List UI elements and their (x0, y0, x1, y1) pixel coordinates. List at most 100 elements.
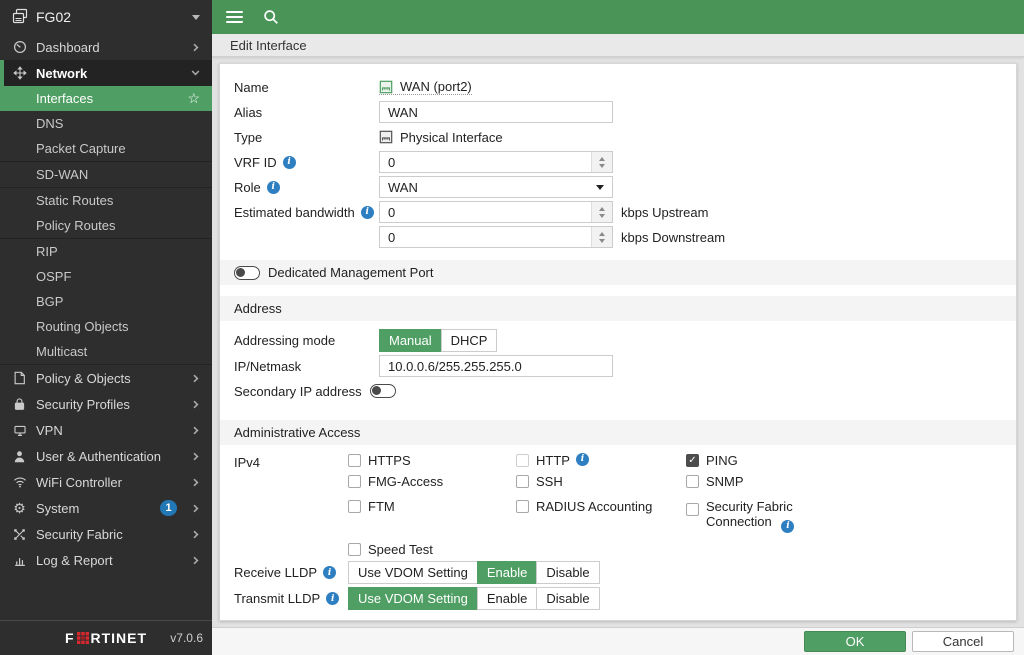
star-icon[interactable]: ☆ (187, 90, 200, 107)
vpn-icon (12, 424, 27, 437)
info-icon[interactable]: i (323, 566, 336, 579)
disable-button[interactable]: Disable (536, 587, 599, 610)
secondary-ip-label: Secondary IP address (234, 384, 362, 399)
content-area: Name WAN (port2) Alias (212, 57, 1024, 627)
section-title: Administrative Access (234, 425, 360, 440)
sidebar-item-rip[interactable]: RIP (0, 239, 212, 264)
sidebar-item-wifi-controller[interactable]: WiFi Controller (0, 469, 212, 495)
ipv4-label: IPv4 (234, 453, 348, 470)
app-window: FG02 Dashboard (0, 0, 1024, 655)
sidebar-item-system[interactable]: ⚙ System 1 (0, 495, 212, 521)
sidebar-item-label: Network (36, 66, 87, 81)
checkbox-ssh[interactable]: SSH (516, 474, 686, 489)
checkbox-ping[interactable]: ✓ PING (686, 453, 836, 468)
vrf-input[interactable] (380, 152, 591, 172)
checkbox-icon[interactable] (516, 500, 529, 513)
checkbox-icon[interactable] (348, 475, 361, 488)
spinner-buttons[interactable] (591, 202, 612, 222)
sidebar-item-interfaces[interactable]: Interfaces ☆ (0, 86, 212, 111)
interface-name-link[interactable]: WAN (port2) (379, 79, 472, 95)
info-icon[interactable]: i (283, 156, 296, 169)
disable-button[interactable]: Disable (536, 561, 599, 584)
checkbox-snmp[interactable]: SNMP (686, 474, 836, 489)
checkbox-security-fabric-connection[interactable]: Security Fabric Connection i (686, 495, 836, 533)
checkbox-ftm[interactable]: FTM (348, 495, 516, 533)
spinner-buttons[interactable] (591, 152, 612, 172)
sidebar-item-policy-routes[interactable]: Policy Routes (0, 213, 212, 238)
bandwidth-downstream-row: kbps Downstream (234, 226, 1002, 248)
upstream-spinbox (379, 201, 613, 223)
ok-button[interactable]: OK (804, 631, 906, 652)
info-icon[interactable]: i (267, 181, 280, 194)
use-vdom-setting-button[interactable]: Use VDOM Setting (348, 561, 478, 584)
manual-button[interactable]: Manual (379, 329, 442, 352)
sidebar-item-dashboard[interactable]: Dashboard (0, 34, 212, 60)
ip-netmask-input[interactable] (379, 355, 613, 377)
device-selector[interactable]: FG02 (0, 0, 212, 34)
fortinet-grid-icon (77, 632, 89, 644)
secondary-ip-toggle[interactable] (370, 384, 396, 398)
sidebar-item-network[interactable]: Network (0, 60, 212, 86)
checkbox-icon[interactable] (348, 543, 361, 556)
checkbox-icon[interactable] (348, 500, 361, 513)
sidebar-item-packet-capture[interactable]: Packet Capture (0, 136, 212, 161)
checkbox-http[interactable]: HTTP i (516, 453, 686, 468)
sidebar-item-vpn[interactable]: VPN (0, 417, 212, 443)
search-icon[interactable] (263, 9, 279, 25)
sidebar-item-routing-objects[interactable]: Routing Objects (0, 314, 212, 339)
role-row: Role i WAN (234, 176, 1002, 198)
sidebar-item-bgp[interactable]: BGP (0, 289, 212, 314)
enable-button[interactable]: Enable (477, 587, 537, 610)
sidebar-item-static-routes[interactable]: Static Routes (0, 188, 212, 213)
sidebar-item-label: Static Routes (36, 193, 113, 208)
sidebar-item-label: Dashboard (36, 40, 100, 55)
info-icon[interactable]: i (361, 206, 374, 219)
checkbox-checked-icon[interactable]: ✓ (686, 454, 699, 467)
spinner-buttons[interactable] (591, 227, 612, 247)
dedicated-mgmt-toggle[interactable] (234, 266, 260, 280)
menu-icon[interactable] (226, 11, 243, 23)
chevron-right-icon (192, 504, 200, 513)
sidebar-item-label: Routing Objects (36, 319, 129, 334)
sidebar-item-user-authentication[interactable]: User & Authentication (0, 443, 212, 469)
checkbox-https[interactable]: HTTPS (348, 453, 516, 468)
checkbox-icon[interactable] (348, 454, 361, 467)
checkbox-radius-accounting[interactable]: RADIUS Accounting (516, 495, 686, 533)
upstream-input[interactable] (380, 202, 591, 222)
dhcp-button[interactable]: DHCP (441, 329, 498, 352)
top-bar (212, 0, 1024, 34)
checkbox-speed-test[interactable]: Speed Test (348, 539, 516, 557)
downstream-input[interactable] (380, 227, 591, 247)
sidebar-item-ospf[interactable]: OSPF (0, 264, 212, 289)
firmware-version: v7.0.6 (170, 631, 203, 645)
chevron-right-icon (192, 478, 200, 487)
checkbox-icon[interactable] (686, 503, 699, 516)
enable-button[interactable]: Enable (477, 561, 537, 584)
addressing-mode-row: Addressing mode Manual DHCP (234, 329, 1002, 352)
breadcrumb: Edit Interface (212, 34, 1024, 57)
dashboard-icon (12, 40, 27, 54)
checkbox-fmg-access[interactable]: FMG-Access (348, 474, 516, 489)
checkbox-icon[interactable] (686, 475, 699, 488)
bandwidth-upstream-row: Estimated bandwidth i kbps Upstream (234, 201, 1002, 223)
sidebar-item-log-report[interactable]: Log & Report (0, 547, 212, 573)
name-row: Name WAN (port2) (234, 76, 1002, 98)
use-vdom-setting-button[interactable]: Use VDOM Setting (348, 587, 478, 610)
info-icon[interactable]: i (576, 453, 589, 466)
sidebar-item-policy-objects[interactable]: Policy & Objects (0, 365, 212, 391)
info-icon[interactable]: i (781, 520, 794, 533)
checkbox-icon[interactable] (516, 475, 529, 488)
sidebar-item-sd-wan[interactable]: SD-WAN (0, 162, 212, 187)
sidebar-item-security-profiles[interactable]: Security Profiles (0, 391, 212, 417)
ipv4-access-row: IPv4 HTTPS HTTP i ✓ PING (234, 453, 1002, 557)
chevron-down-icon (192, 15, 200, 20)
sidebar-item-multicast[interactable]: Multicast (0, 339, 212, 364)
checkbox-icon[interactable] (516, 454, 529, 467)
info-icon[interactable]: i (326, 592, 339, 605)
sidebar-item-dns[interactable]: DNS (0, 111, 212, 136)
port-icon-green (379, 80, 393, 94)
alias-input[interactable] (379, 101, 613, 123)
role-select[interactable]: WAN (379, 176, 613, 198)
sidebar-item-security-fabric[interactable]: Security Fabric (0, 521, 212, 547)
cancel-button[interactable]: Cancel (912, 631, 1014, 652)
